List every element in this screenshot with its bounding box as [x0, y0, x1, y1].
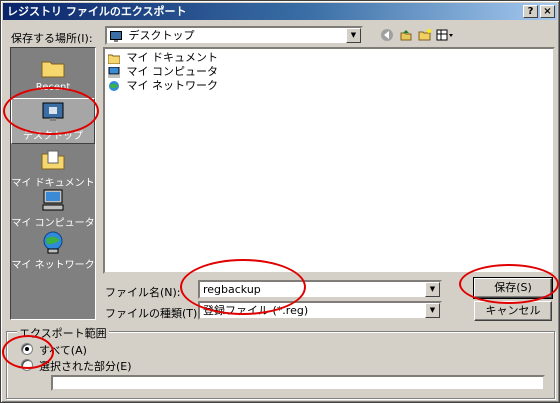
back-icon[interactable]	[379, 28, 395, 44]
my-documents-icon	[108, 54, 120, 64]
radio-selected[interactable]	[21, 359, 33, 371]
place-my-network[interactable]: マイ ネットワーク	[11, 230, 95, 271]
location-dropdown[interactable]: デスクトップ ▼	[105, 26, 363, 45]
my-computer-icon	[108, 66, 120, 78]
location-label: 保存する場所(I):	[11, 32, 93, 45]
new-folder-icon[interactable]	[417, 28, 433, 44]
cancel-button[interactable]: キャンセル	[474, 301, 552, 321]
place-recent[interactable]: Recent	[11, 56, 95, 93]
places-bar: Recent デスクトップ マイ ドキュメント マイ コンピュータ マイ ネット…	[10, 47, 96, 320]
filetype-dropdown[interactable]: 登録ファイル (*.reg) ▼	[198, 301, 442, 320]
selected-branch-input[interactable]	[51, 375, 545, 391]
radio-all-label[interactable]: すべて(A)	[39, 342, 87, 358]
place-my-documents[interactable]: マイ ドキュメント	[11, 148, 95, 189]
place-my-computer[interactable]: マイ コンピュータ	[11, 188, 95, 229]
filetype-value: 登録ファイル (*.reg)	[203, 304, 309, 317]
export-range-group: エクスポート範囲 すべて(A) 選択された部分(E)	[6, 325, 555, 399]
export-range-legend: エクスポート範囲	[17, 325, 109, 341]
radio-selected-label[interactable]: 選択された部分(E)	[39, 358, 132, 374]
save-button[interactable]: 保存(S)	[473, 277, 553, 299]
location-value: デスクトップ	[128, 29, 195, 42]
filename-label: ファイル名(N):	[105, 286, 181, 299]
desktop-icon	[42, 102, 64, 121]
file-list[interactable]: マイ ドキュメント マイ コンピュータ マイ ネットワーク	[103, 47, 555, 274]
close-button[interactable]: ×	[540, 5, 555, 18]
radio-all[interactable]	[21, 343, 33, 355]
list-item[interactable]: マイ ドキュメント	[108, 51, 218, 64]
chevron-down-icon[interactable]: ▼	[346, 28, 361, 43]
my-network-icon	[109, 80, 119, 91]
my-network-icon	[43, 231, 63, 254]
title-bar: レジストリ ファイルのエクスポート ? ×	[3, 3, 557, 20]
my-computer-icon	[42, 189, 64, 211]
list-item[interactable]: マイ ネットワーク	[108, 79, 218, 92]
window-title: レジストリ ファイルのエクスポート	[7, 5, 187, 18]
filename-value: regbackup	[203, 283, 261, 296]
my-documents-icon	[41, 150, 65, 170]
recent-folder-icon	[41, 61, 65, 78]
filetype-label: ファイルの種類(T):	[105, 307, 202, 320]
help-button[interactable]: ?	[523, 5, 538, 18]
place-desktop[interactable]: デスクトップ	[11, 98, 95, 144]
desktop-icon	[110, 30, 122, 42]
filename-input[interactable]: regbackup ▼	[198, 280, 442, 299]
up-folder-icon[interactable]	[398, 28, 414, 44]
export-dialog: レジストリ ファイルのエクスポート ? × 保存する場所(I): デスクトップ …	[0, 0, 560, 403]
view-menu-icon[interactable]	[435, 28, 455, 44]
chevron-down-icon[interactable]: ▼	[425, 303, 440, 318]
list-item[interactable]: マイ コンピュータ	[108, 65, 218, 78]
chevron-down-icon[interactable]: ▼	[425, 282, 440, 297]
